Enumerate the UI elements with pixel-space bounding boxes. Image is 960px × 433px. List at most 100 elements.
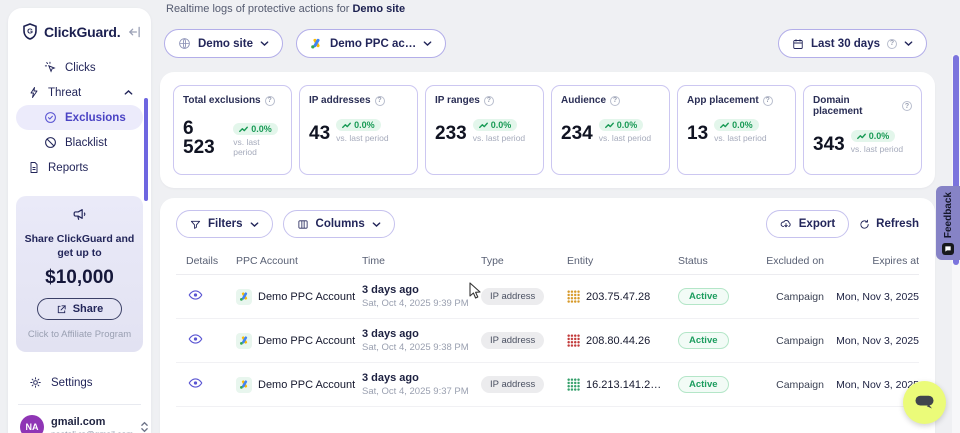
help-circle-icon[interactable]: ?: [484, 96, 494, 106]
sidebar-item-reports[interactable]: Reports: [16, 155, 143, 180]
stat-value: 233: [435, 124, 467, 143]
sidebar-item-settings[interactable]: Settings: [8, 376, 151, 389]
export-button[interactable]: Export: [766, 210, 849, 238]
export-label: Export: [799, 218, 835, 230]
sidebar-scrollbar-thumb[interactable]: [144, 98, 148, 201]
col-type[interactable]: Type: [481, 255, 567, 267]
account-cell: Demo PPC Account: [258, 291, 355, 303]
help-circle-icon[interactable]: ?: [265, 96, 275, 106]
table-header: Details PPC Account Time Type Entity Sta…: [176, 255, 919, 275]
col-entity[interactable]: Entity: [567, 255, 678, 267]
document-icon: [28, 161, 40, 174]
avatar: NA: [20, 415, 44, 433]
time-relative: 3 days ago: [362, 372, 481, 384]
page-subtitle-target: Demo site: [352, 3, 405, 15]
type-badge: IP address: [481, 332, 544, 349]
chevron-down-icon: [260, 40, 269, 47]
help-circle-icon[interactable]: ?: [902, 101, 912, 111]
app-root: G ClickGuard. Clicks Threat: [0, 0, 960, 433]
col-excluded-on[interactable]: Excluded on: [760, 255, 824, 267]
site-selector[interactable]: Demo site: [164, 29, 283, 58]
refresh-button[interactable]: Refresh: [859, 218, 919, 230]
affiliate-link[interactable]: Click to Affiliate Program: [22, 329, 137, 340]
shield-logo-icon: G: [21, 22, 39, 41]
prohibited-icon: [44, 136, 57, 149]
expires-at-cell: Mon, Nov 3, 2025: [824, 379, 919, 391]
ppc-account-selector-label: Demo PPC ac…: [330, 38, 416, 50]
table-row[interactable]: Demo PPC Account 3 days agoSat, Oct 4, 2…: [176, 319, 919, 363]
view-details-eye-icon[interactable]: [188, 377, 203, 389]
sidebar-nav: Clicks Threat Exclusions: [8, 51, 151, 180]
site-selector-label: Demo site: [198, 38, 253, 50]
google-ads-icon: [236, 333, 252, 349]
ip-identicon: [567, 378, 580, 391]
excluded-on-cell: Campaign: [760, 379, 824, 391]
stat-card-audience: Audience? 234 0.0% vs. last period: [551, 85, 670, 175]
stats-panel: Total exclusions? 6 523 0.0% vs. last pe…: [160, 72, 935, 188]
sidebar: G ClickGuard. Clicks Threat: [8, 8, 151, 433]
date-range-label: Last 30 days: [811, 38, 880, 50]
view-details-eye-icon[interactable]: [188, 333, 203, 345]
filters-button[interactable]: Filters: [176, 210, 273, 238]
feedback-tab[interactable]: Feedback: [936, 186, 960, 260]
context-selectors: Demo site Demo PPC ac…: [164, 29, 446, 58]
stat-value: 13: [687, 124, 708, 143]
external-link-icon: [56, 304, 67, 315]
stat-caption: vs. last period: [233, 137, 282, 157]
time-absolute: Sat, Oct 4, 2025 9:38 PM: [362, 342, 481, 353]
ppc-account-selector[interactable]: Demo PPC ac…: [296, 29, 446, 58]
stat-card-domain-placement: Domain placement? 343 0.0% vs. last peri…: [803, 85, 922, 175]
sidebar-item-label: Exclusions: [65, 112, 126, 124]
help-circle-icon[interactable]: ?: [763, 96, 773, 106]
col-details[interactable]: Details: [176, 255, 236, 267]
col-time[interactable]: Time: [362, 255, 481, 267]
columns-icon: [297, 219, 309, 230]
excluded-on-cell: Campaign: [760, 291, 824, 303]
globe-icon: [178, 37, 191, 50]
stat-value: 234: [561, 124, 593, 143]
google-ads-icon: [236, 289, 252, 305]
stat-card-ip-ranges: IP ranges? 233 0.0% vs. last period: [425, 85, 544, 175]
sidebar-item-exclusions[interactable]: Exclusions: [16, 105, 143, 130]
col-ppc-account[interactable]: PPC Account: [236, 255, 362, 267]
time-relative: 3 days ago: [362, 328, 481, 340]
time-relative: 3 days ago: [362, 284, 481, 296]
sidebar-item-blacklist[interactable]: Blacklist: [16, 130, 143, 155]
help-circle-icon: ?: [887, 39, 897, 49]
date-range-selector[interactable]: Last 30 days ?: [778, 29, 927, 58]
lightning-icon: [28, 86, 40, 99]
gear-icon: [29, 376, 42, 389]
account-name: gmail.com: [51, 416, 133, 429]
logs-panel: Filters Columns Export Refresh Details P…: [160, 198, 935, 433]
expires-at-cell: Mon, Nov 3, 2025: [824, 291, 919, 303]
chevron-down-icon: [372, 221, 381, 228]
brand-logo-row: G ClickGuard.: [8, 8, 151, 51]
collapse-sidebar-icon[interactable]: [128, 26, 141, 38]
google-ads-icon: [310, 37, 323, 50]
stat-card-ip-addresses: IP addresses? 43 0.0% vs. last period: [299, 85, 418, 175]
google-ads-icon: [236, 377, 252, 393]
share-button[interactable]: Share: [37, 298, 123, 320]
chat-widget-button[interactable]: [903, 381, 946, 424]
sidebar-item-threat[interactable]: Threat: [16, 80, 143, 105]
help-circle-icon[interactable]: ?: [375, 96, 385, 106]
chevron-updown-icon: [140, 420, 149, 433]
col-expires-at[interactable]: Expires at: [824, 255, 919, 267]
table-row[interactable]: Demo PPC Account 3 days agoSat, Oct 4, 2…: [176, 363, 919, 407]
entity-value: 16.213.141.2…: [586, 379, 661, 391]
status-badge: Active: [678, 288, 729, 305]
account-switcher[interactable]: NA gmail.com naatali.ro@gmail.com: [8, 405, 151, 433]
type-badge: IP address: [481, 288, 544, 305]
col-status[interactable]: Status: [678, 255, 760, 267]
feedback-label: Feedback: [943, 192, 954, 238]
stat-caption: vs. last period: [714, 133, 766, 143]
trend-badge: 0.0%: [599, 119, 644, 131]
share-button-label: Share: [73, 303, 104, 315]
help-circle-icon[interactable]: ?: [610, 96, 620, 106]
sidebar-item-clicks[interactable]: Clicks: [16, 55, 143, 80]
chevron-up-icon: [124, 89, 133, 96]
columns-button[interactable]: Columns: [283, 210, 395, 238]
table-row[interactable]: Demo PPC Account 3 days agoSat, Oct 4, 2…: [176, 275, 919, 319]
view-details-eye-icon[interactable]: [188, 289, 203, 301]
stat-caption: vs. last period: [851, 144, 903, 154]
